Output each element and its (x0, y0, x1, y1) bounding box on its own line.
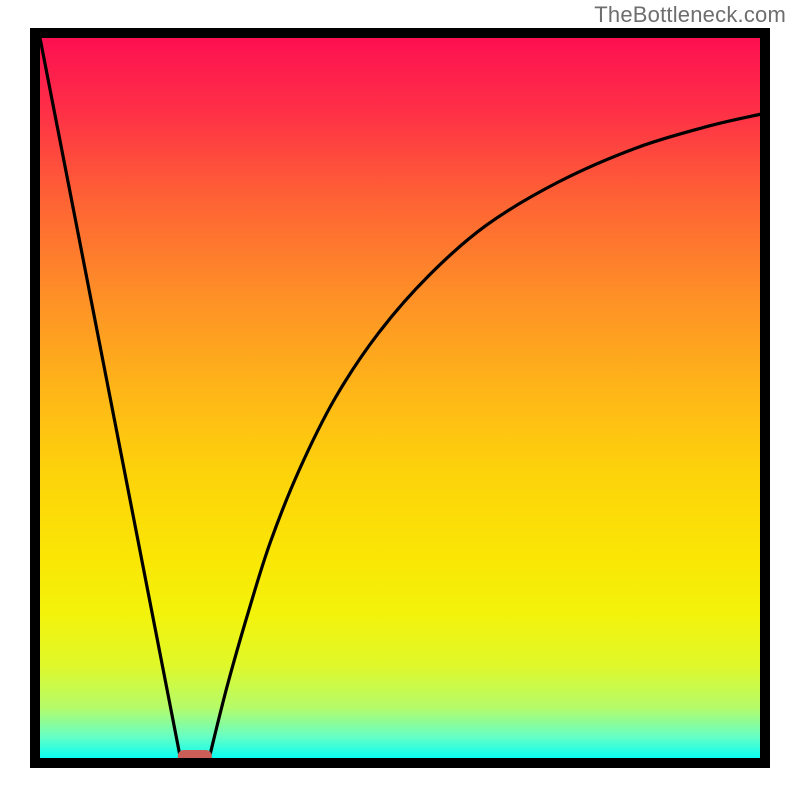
minimum-marker (178, 750, 212, 758)
curve-left-segment (40, 38, 180, 758)
curve-right-segment (209, 114, 760, 758)
watermark-text: TheBottleneck.com (594, 2, 786, 28)
bottleneck-curve-plot (40, 38, 760, 758)
